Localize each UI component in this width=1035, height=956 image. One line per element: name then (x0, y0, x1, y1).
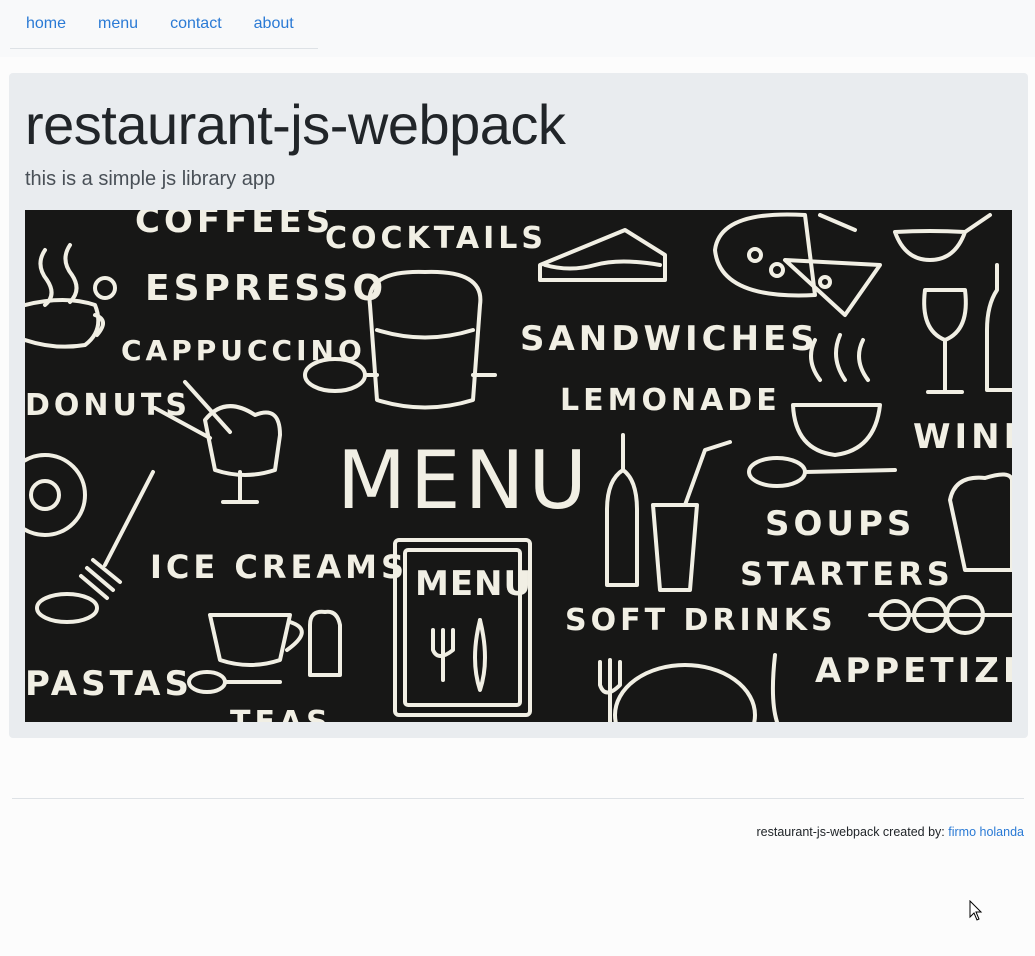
chalk-word-ice-creams: ICE CREAMS (150, 548, 408, 586)
nav-link-contact[interactable]: contact (154, 0, 238, 48)
jumbotron: restaurant-js-webpack this is a simple j… (9, 73, 1028, 738)
chalkboard-illustration: COFFEES COCKTAILS ESPRESSO CAPPUCCINO SA… (25, 210, 1012, 722)
chalk-word-wine: WINE (913, 417, 1012, 457)
chalk-word-lemonade: LEMONADE (560, 383, 781, 418)
chalk-word-cappuccino: CAPPUCCINO (121, 334, 366, 367)
chalk-word-espresso: ESPRESSO (145, 268, 387, 309)
page-title: restaurant-js-webpack (25, 93, 566, 156)
chalk-word-coffees: COFFEES (135, 210, 334, 241)
chalk-word-donuts: DONUTS (25, 388, 191, 423)
nav-link-about[interactable]: about (238, 0, 310, 48)
chalk-word-menu-board: MENU (415, 564, 532, 604)
footer-divider (12, 798, 1024, 799)
mouse-cursor-icon (969, 899, 983, 927)
chalk-word-sandwiches: SANDWICHES (520, 319, 819, 359)
chalk-word-pastas: PASTAS (25, 664, 193, 704)
page-lead: this is a simple js library app (25, 168, 276, 190)
nav-link-home[interactable]: home (10, 0, 82, 48)
chalk-word-cocktails: COCKTAILS (325, 221, 547, 256)
navbar: home menu contact about (0, 0, 1035, 57)
chalkboard-menu-image: COFFEES COCKTAILS ESPRESSO CAPPUCCINO SA… (25, 210, 1012, 722)
chalk-word-appetizer: APPETIZER (815, 651, 1012, 691)
chalk-word-teas: TEAS (230, 705, 332, 722)
nav-link-menu[interactable]: menu (82, 0, 154, 48)
footer-text: restaurant-js-webpack created by: (756, 825, 949, 839)
nav-tabs: home menu contact about (10, 0, 318, 49)
footer: restaurant-js-webpack created by: firmo … (756, 825, 1024, 839)
chalk-word-soups: SOUPS (765, 504, 915, 544)
chalk-word-menu: MENU (337, 434, 591, 527)
chalk-word-soft-drinks: SOFT DRINKS (565, 603, 837, 638)
chalk-word-starters: STARTERS (740, 555, 954, 593)
author-link[interactable]: firmo holanda (948, 825, 1024, 839)
